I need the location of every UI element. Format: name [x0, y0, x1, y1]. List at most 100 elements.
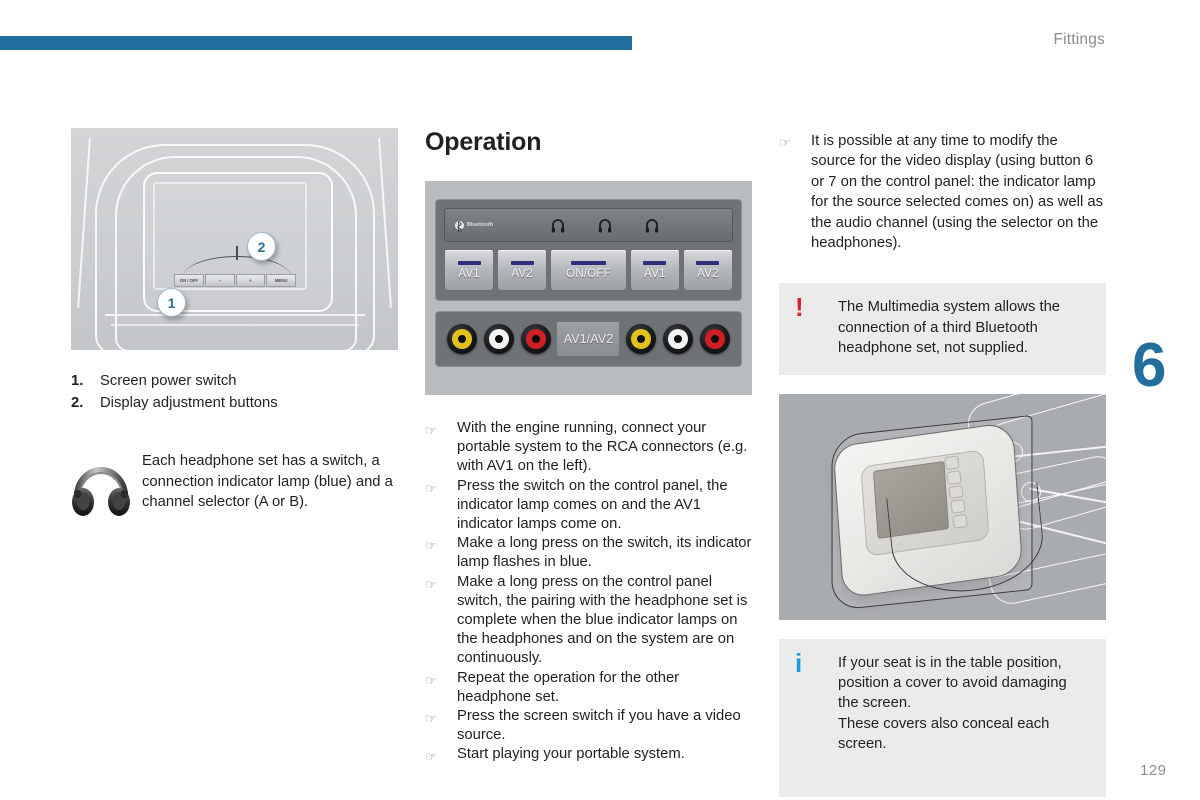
pointing-hand-icon: ☞ — [425, 480, 437, 496]
callout-marker-1: 1 — [157, 288, 186, 317]
right-note-list: ☞ It is possible at any time to modify t… — [779, 131, 1106, 253]
list-item: ☞ Repeat the operation for the other hea… — [425, 669, 752, 707]
panel-button-av2-right[interactable]: AV2 — [682, 249, 733, 291]
panel-button-lamp — [510, 260, 534, 265]
numbered-legend-list: 1. Screen power switch 2. Display adjust… — [71, 371, 398, 413]
control-panel-indicator-strip: Bluetooth — [444, 208, 733, 242]
page-header-title: Fittings — [1053, 31, 1105, 48]
control-panel-body: Bluetooth AV1 AV2 ON/OFF AV1 AV2 — [435, 199, 742, 301]
header-rule — [0, 36, 632, 50]
panel-button-onoff[interactable]: ON/OFF — [550, 249, 627, 291]
rca-hole — [531, 335, 540, 343]
pointing-hand-icon: ☞ — [425, 576, 437, 592]
headrest-button-minus: – — [204, 274, 235, 287]
warning-box: ! The Multimedia system allows the conne… — [779, 283, 1106, 375]
rca-jack-red-left — [520, 324, 551, 354]
headphone-lamp-icon — [598, 218, 612, 232]
list-item: ☞ With the engine running, connect your … — [425, 419, 752, 477]
warning-exclamation-icon: ! — [795, 292, 838, 358]
pointing-hand-icon: ☞ — [425, 538, 437, 554]
section-heading-operation: Operation — [425, 128, 542, 156]
panel-button-lamp — [457, 260, 481, 265]
rca-ring — [631, 329, 652, 349]
panel-button-av1-right[interactable]: AV1 — [629, 249, 680, 291]
information-box-text-line-1: If your seat is in the table position, p… — [838, 654, 1067, 712]
headphone-note-text: Each headphone set has a switch, a conne… — [142, 453, 393, 510]
panel-button-lamp — [696, 260, 720, 265]
pointing-hand-icon: ☞ — [425, 672, 437, 688]
panel-button-av1-left[interactable]: AV1 — [444, 249, 495, 291]
list-item: ☞ Make a long press on the control panel… — [425, 573, 752, 669]
note-text: It is possible at any time to modify the… — [811, 133, 1103, 252]
panel-button-label: AV2 — [697, 267, 719, 280]
panel-button-label: AV1 — [458, 267, 480, 280]
step-text: Start playing your portable system. — [457, 746, 685, 763]
headphone-lamp-icon — [645, 218, 659, 232]
headphones-icon — [71, 451, 142, 523]
headrest-button-plus: + — [235, 274, 266, 287]
chapter-number: 6 — [1132, 331, 1166, 400]
callout-2-stem — [236, 246, 238, 260]
headrest-button-onoff: ON / OFF — [174, 274, 204, 287]
rca-jack-white-left — [483, 324, 514, 354]
legend-number: 1. — [71, 373, 84, 389]
step-text: Press the screen switch if you have a vi… — [457, 708, 741, 744]
information-icon: i — [795, 650, 838, 755]
warning-box-text: The Multimedia system allows the connect… — [838, 299, 1061, 357]
legend-label: Screen power switch — [100, 373, 237, 389]
panel-button-label: AV1 — [644, 267, 666, 280]
list-item: ☞ It is possible at any time to modify t… — [779, 131, 1106, 253]
middle-column: Operation Bluetooth AV1 AV2 ON/OFF AV1 A… — [425, 128, 752, 767]
headphone-note: Each headphone set has a switch, a conne… — [71, 451, 398, 523]
step-text: Make a long press on the control panel s… — [457, 573, 748, 667]
list-item: 2. Display adjustment buttons — [71, 393, 398, 413]
information-box-text-line-2: These covers also conceal each screen. — [838, 715, 1050, 753]
rca-hole — [674, 335, 683, 343]
information-box: i If your seat is in the table position,… — [779, 638, 1106, 797]
warning-icon-glyph: ! — [795, 292, 804, 323]
operation-step-list: ☞ With the engine running, connect your … — [425, 419, 752, 767]
rca-ring — [668, 329, 689, 349]
headphone-lamp-icon — [551, 218, 565, 232]
rca-jack-red-right — [699, 324, 730, 354]
rca-ring — [525, 329, 546, 349]
rca-hole — [637, 335, 646, 343]
pointing-hand-icon: ☞ — [425, 711, 437, 727]
headrest-side-line-left — [77, 138, 91, 308]
panel-button-label: AV2 — [511, 267, 533, 280]
panel-button-av2-left[interactable]: AV2 — [497, 249, 548, 291]
headrest-base-line — [105, 314, 365, 316]
pointing-hand-icon: ☞ — [425, 423, 437, 438]
rca-ring — [452, 329, 472, 349]
panel-button-lamp — [570, 260, 607, 265]
right-column: ☞ It is possible at any time to modify t… — [779, 128, 1106, 797]
pointing-hand-icon: ☞ — [425, 749, 437, 765]
headphone-lamp-row — [551, 218, 659, 233]
page-number: 129 — [1140, 762, 1167, 779]
callout-marker-2: 2 — [247, 232, 276, 261]
bluetooth-logo: Bluetooth — [455, 219, 493, 232]
rca-ring — [704, 329, 725, 349]
list-item: ☞ Make a long press on the switch, its i… — [425, 534, 752, 572]
bluetooth-logo-text: Bluetooth — [467, 222, 494, 228]
list-item: 1. Screen power switch — [71, 371, 398, 391]
control-panel-button-row: AV1 AV2 ON/OFF AV1 AV2 — [444, 249, 733, 291]
headrest-screen-illustration: ON / OFF – + MENU 1 2 — [71, 128, 398, 350]
headrest-side-line-right — [378, 138, 392, 308]
panel-button-label: ON/OFF — [566, 267, 611, 280]
step-text: Make a long press on the switch, its ind… — [457, 535, 752, 571]
seat-back-screen-cover-illustration — [779, 393, 1106, 620]
pointing-hand-icon: ☞ — [779, 135, 791, 150]
rca-hole — [494, 335, 503, 343]
multimedia-control-panel-illustration: Bluetooth AV1 AV2 ON/OFF AV1 AV2 AV1/AV2 — [425, 181, 752, 395]
rca-ring — [488, 329, 509, 349]
left-column: ON / OFF – + MENU 1 2 1. Screen power sw… — [71, 128, 398, 523]
list-item: ☞ Press the screen switch if you have a … — [425, 707, 752, 745]
panel-button-lamp — [643, 260, 667, 265]
list-item: ☞ Start playing your portable system. — [425, 745, 752, 766]
rca-section-label: AV1/AV2 — [557, 322, 620, 356]
information-box-text-group: If your seat is in the table position, p… — [838, 653, 1090, 755]
legend-label: Display adjustment buttons — [100, 395, 278, 411]
step-text: With the engine running, connect your po… — [457, 420, 748, 475]
list-item: ☞ Press the switch on the control panel,… — [425, 477, 752, 535]
